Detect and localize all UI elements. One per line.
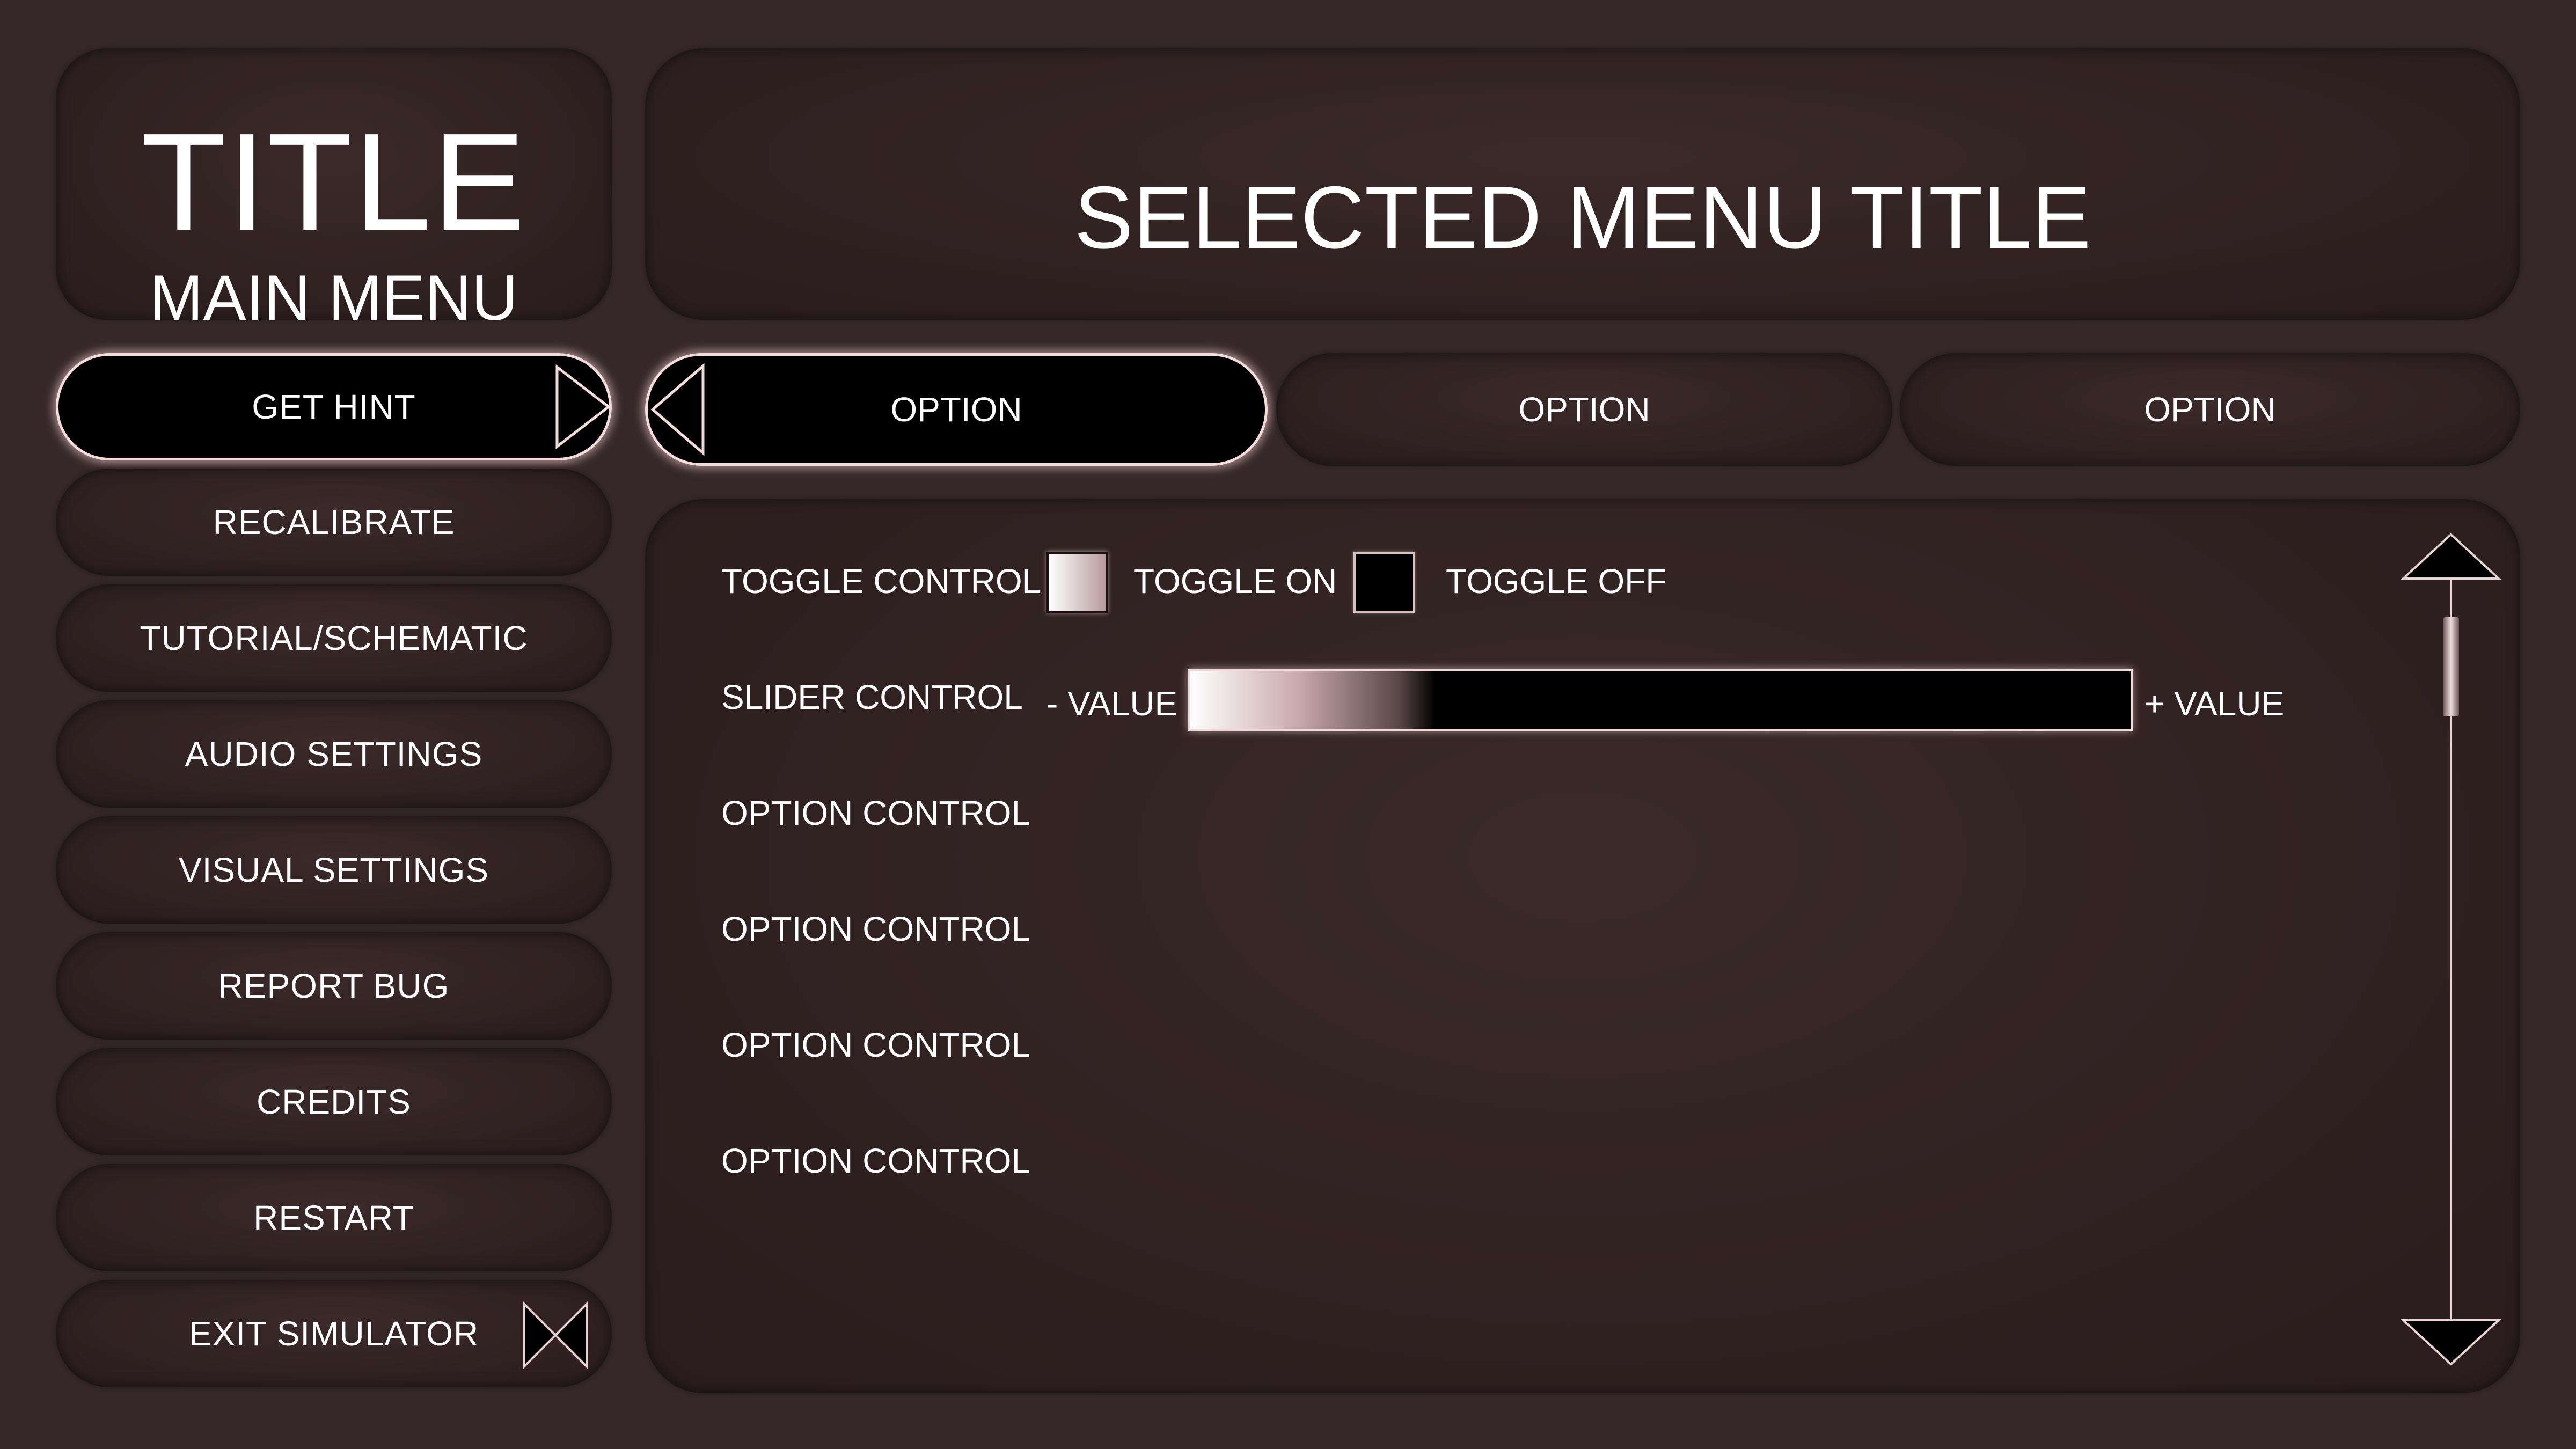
scroll-down-arrow-icon[interactable] xyxy=(2400,1316,2502,1367)
sidebar-item-restart[interactable]: RESTART xyxy=(56,1164,612,1271)
toggle-off-label: TOGGLE OFF xyxy=(1446,562,1667,601)
sidebar-item-label: EXIT SIMULATOR xyxy=(188,1314,479,1353)
scroll-up-arrow-icon[interactable] xyxy=(2400,531,2502,583)
tab-label: OPTION xyxy=(890,390,1022,429)
sidebar-item-label: VISUAL SETTINGS xyxy=(178,851,489,889)
sidebar-item-label: GET HINT xyxy=(252,387,416,426)
app-subtitle: MAIN MENU xyxy=(149,262,518,334)
sidebar-item-label: TUTORIAL/SCHEMATIC xyxy=(140,619,528,657)
value-slider[interactable] xyxy=(1188,669,2133,731)
toggle-control-label: TOGGLE CONTROL xyxy=(721,562,1042,601)
tab-label: OPTION xyxy=(2144,390,2276,429)
scrollbar-thumb[interactable] xyxy=(2443,617,2459,716)
sidebar-item-label: RECALIBRATE xyxy=(213,503,455,541)
sidebar-item-label: REPORT BUG xyxy=(218,967,450,1005)
sidebar-item-label: CREDITS xyxy=(257,1082,411,1121)
chevron-right-icon xyxy=(555,364,611,450)
tab-label: OPTION xyxy=(1518,390,1650,429)
tab-option-2[interactable]: OPTION xyxy=(1276,353,1892,466)
toggle-off-checkbox[interactable] xyxy=(1353,552,1415,613)
option-control-label: OPTION CONTROL xyxy=(721,1026,1031,1064)
sidebar-item-audio-settings[interactable]: AUDIO SETTINGS xyxy=(56,700,612,808)
sidebar-item-recalibrate[interactable]: RECALIBRATE xyxy=(56,469,612,576)
header-panel: SELECTED MENU TITLE xyxy=(645,48,2520,320)
app-title: TITLE xyxy=(141,105,526,260)
slider-control-label: SLIDER CONTROL xyxy=(721,678,1023,716)
toggle-on-label: TOGGLE ON xyxy=(1133,562,1337,601)
tab-option-1[interactable]: OPTION xyxy=(645,353,1268,466)
slider-min-label: - VALUE xyxy=(1046,684,1178,723)
title-panel: TITLE MAIN MENU xyxy=(56,48,612,333)
sidebar-item-visual-settings[interactable]: VISUAL SETTINGS xyxy=(56,816,612,924)
slider-fill xyxy=(1190,671,1435,729)
slider-max-label: + VALUE xyxy=(2145,684,2285,723)
selected-menu-title: SELECTED MENU TITLE xyxy=(1074,168,2091,267)
sidebar-item-get-hint[interactable]: GET HINT xyxy=(56,353,612,460)
toggle-on-checkbox[interactable] xyxy=(1046,552,1108,613)
sidebar-item-tutorial-schematic[interactable]: TUTORIAL/SCHEMATIC xyxy=(56,584,612,692)
sidebar-item-report-bug[interactable]: REPORT BUG xyxy=(56,932,612,1040)
close-bowtie-icon xyxy=(523,1301,588,1370)
sidebar-item-exit-simulator[interactable]: EXIT SIMULATOR xyxy=(56,1280,612,1387)
tab-option-3[interactable]: OPTION xyxy=(1900,353,2520,466)
sidebar-item-credits[interactable]: CREDITS xyxy=(56,1048,612,1155)
option-control-label: OPTION CONTROL xyxy=(721,794,1031,832)
option-control-label: OPTION CONTROL xyxy=(721,1141,1031,1180)
option-control-label: OPTION CONTROL xyxy=(721,910,1031,948)
chevron-left-icon xyxy=(650,363,705,456)
sidebar-item-label: RESTART xyxy=(253,1198,414,1237)
sidebar-item-label: AUDIO SETTINGS xyxy=(185,735,483,773)
